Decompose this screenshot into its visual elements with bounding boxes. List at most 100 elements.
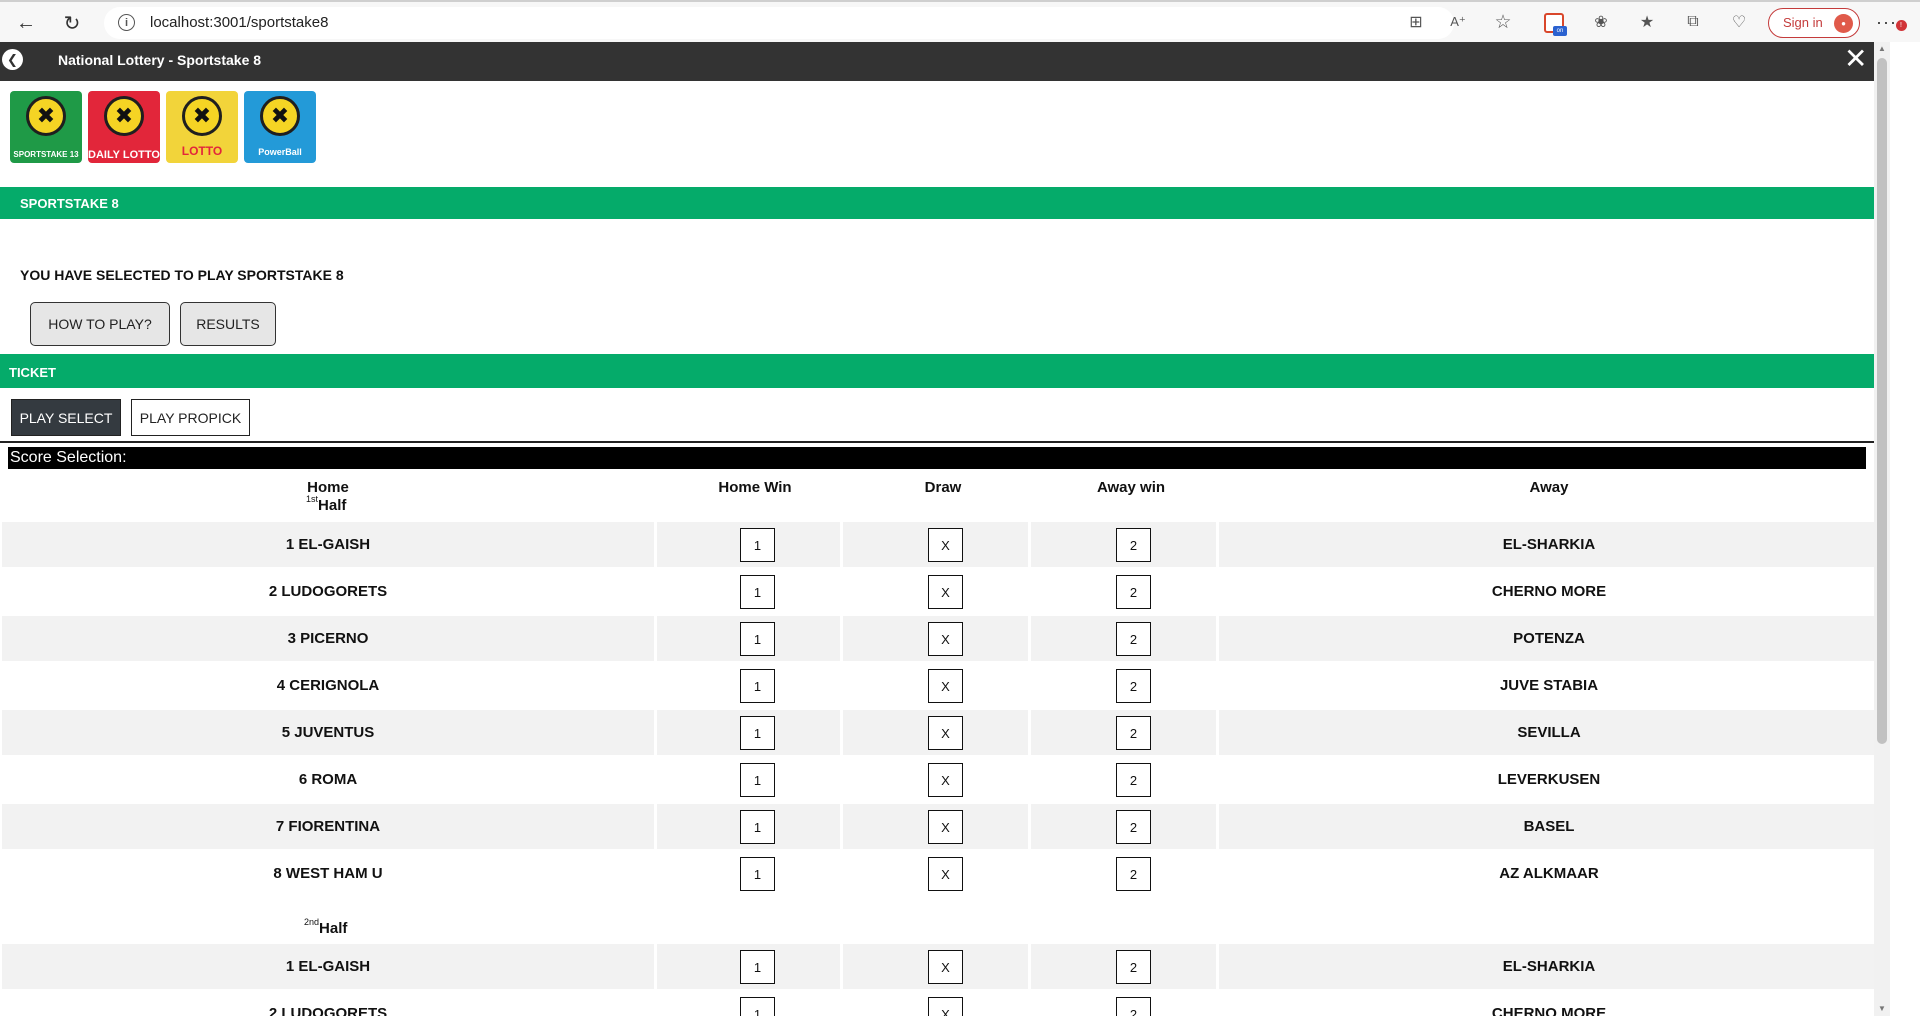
home-win-pick[interactable]: 1 — [740, 857, 775, 891]
results-button[interactable]: RESULTS — [180, 302, 276, 346]
extension-icon[interactable]: on — [1544, 13, 1567, 36]
header-home-win: Home Win — [718, 479, 792, 496]
draw-pick[interactable]: X — [928, 716, 963, 750]
logo-caption: SPORTSTAKE 13 — [13, 150, 79, 159]
table-row: 6 ROMA 1 X 2 LEVERKUSEN — [2, 757, 1874, 802]
read-aloud-icon[interactable]: A⁺ — [1447, 11, 1469, 33]
away-win-pick[interactable]: 2 — [1116, 810, 1151, 844]
away-win-pick[interactable]: 2 — [1116, 950, 1151, 984]
draw-pick[interactable]: X — [928, 857, 963, 891]
draw-pick[interactable]: X — [928, 997, 963, 1016]
divider — [0, 441, 1874, 443]
away-team: EL-SHARKIA — [1502, 536, 1596, 553]
away-team: CHERNO MORE — [1491, 583, 1607, 600]
away-win-pick[interactable]: 2 — [1116, 716, 1151, 750]
home-win-pick[interactable]: 1 — [740, 810, 775, 844]
draw-pick[interactable]: X — [928, 950, 963, 984]
home-team: 7 FIORENTINA — [275, 818, 381, 835]
home-team: 5 JUVENTUS — [281, 724, 375, 741]
away-win-pick[interactable]: 2 — [1116, 622, 1151, 656]
lottery-badge-icon: ✖ — [182, 96, 222, 136]
logo-caption: PowerBall — [258, 147, 302, 157]
table-row: 1 EL-GAISH 1 X 2 EL-SHARKIA — [2, 944, 1874, 989]
table-row: 1 EL-GAISH 1 X 2 EL-SHARKIA — [2, 522, 1874, 567]
vertical-scrollbar[interactable]: ▲ ▼ — [1874, 42, 1890, 1016]
address-bar[interactable]: i localhost:3001/sportstake8 — [104, 7, 1454, 39]
home-team: 3 PICERNO — [287, 630, 369, 647]
web-page: ❮ National Lottery - Sportstake 8 ✕ ✖ SP… — [0, 42, 1874, 1016]
home-win-pick[interactable]: 1 — [740, 997, 775, 1016]
browser-essentials-icon[interactable]: ♡ — [1728, 11, 1750, 33]
table-row: 2 LUDOGORETS 1 X 2 CHERNO MORE — [2, 569, 1874, 614]
draw-pick[interactable]: X — [928, 669, 963, 703]
site-info-icon[interactable]: i — [118, 14, 135, 31]
ticket-title-bar: TICKET — [0, 354, 1874, 388]
favorite-star-icon[interactable]: ☆ — [1492, 11, 1514, 33]
header-away: Away — [1529, 479, 1569, 496]
app-available-icon[interactable]: ⊞ — [1405, 11, 1427, 33]
reload-icon[interactable]: ↻ — [58, 9, 86, 37]
home-team: 6 ROMA — [298, 771, 358, 788]
notification-dot-icon: ! — [1895, 20, 1907, 31]
browser-toolbar: ← ↻ i localhost:3001/sportstake8 ⊞ A⁺ ☆ … — [0, 0, 1920, 42]
draw-pick[interactable]: X — [928, 622, 963, 656]
first-half-label: 1stHalf — [306, 494, 347, 514]
powerball-logo[interactable]: ✖ PowerBall — [244, 91, 316, 163]
daily-lotto-logo[interactable]: ✖ DAILY LOTTO — [88, 91, 160, 163]
table-row: 5 JUVENTUS 1 X 2 SEVILLA — [2, 710, 1874, 755]
away-team: AZ ALKMAAR — [1499, 865, 1599, 882]
extension-badge-icon: on — [1553, 26, 1567, 36]
away-win-pick[interactable]: 2 — [1116, 528, 1151, 562]
away-team: BASEL — [1523, 818, 1575, 835]
away-win-pick[interactable]: 2 — [1116, 763, 1151, 797]
home-win-pick[interactable]: 1 — [740, 528, 775, 562]
half-text: Half — [319, 920, 348, 937]
lotto-logo[interactable]: ✖ LOTTO — [166, 91, 238, 163]
logo-caption: DAILY LOTTO — [88, 149, 160, 161]
sportstake-13-logo[interactable]: ✖ SPORTSTAKE 13 — [10, 91, 82, 163]
away-win-pick[interactable]: 2 — [1116, 857, 1151, 891]
scroll-up-icon[interactable]: ▲ — [1874, 42, 1890, 56]
draw-pick[interactable]: X — [928, 575, 963, 609]
favorites-list-icon[interactable]: ★ — [1636, 11, 1658, 33]
sign-in-label: Sign in — [1783, 15, 1823, 30]
back-arrow-icon[interactable]: ← — [12, 9, 40, 37]
home-win-pick[interactable]: 1 — [740, 622, 775, 656]
window-bottom-edge — [0, 1016, 1920, 1032]
half-text: Half — [318, 497, 347, 514]
back-circle-icon[interactable]: ❮ — [2, 49, 23, 70]
home-win-pick[interactable]: 1 — [740, 575, 775, 609]
header-home: Home — [307, 479, 349, 496]
away-win-pick[interactable]: 2 — [1116, 669, 1151, 703]
away-win-pick[interactable]: 2 — [1116, 575, 1151, 609]
home-team: 2 LUDOGORETS — [268, 583, 388, 600]
table-row: 3 PICERNO 1 X 2 POTENZA — [2, 616, 1874, 661]
away-team: POTENZA — [1513, 630, 1585, 647]
home-team: 1 EL-GAISH — [285, 536, 371, 553]
app-title: National Lottery - Sportstake 8 — [58, 52, 262, 68]
collections-icon[interactable]: ⧉ — [1682, 11, 1704, 33]
away-win-pick[interactable]: 2 — [1116, 997, 1151, 1016]
draw-pick[interactable]: X — [928, 763, 963, 797]
home-win-pick[interactable]: 1 — [740, 950, 775, 984]
more-menu-icon[interactable]: ···! — [1876, 12, 1907, 33]
extensions-puzzle-icon[interactable]: ❀ — [1590, 11, 1612, 33]
logo-caption: LOTTO — [181, 144, 223, 158]
scrollbar-thumb[interactable] — [1877, 58, 1887, 744]
home-team: 1 EL-GAISH — [285, 958, 371, 975]
home-win-pick[interactable]: 1 — [740, 763, 775, 797]
draw-pick[interactable]: X — [928, 810, 963, 844]
draw-pick[interactable]: X — [928, 528, 963, 562]
header-draw: Draw — [924, 479, 962, 496]
how-to-play-button[interactable]: HOW TO PLAY? — [30, 302, 170, 346]
sign-in-button[interactable]: Sign in ● — [1768, 8, 1860, 38]
scroll-down-icon[interactable]: ▼ — [1874, 1002, 1890, 1016]
play-select-tab[interactable]: PLAY SELECT — [11, 399, 121, 436]
close-icon[interactable]: ✕ — [1844, 44, 1867, 74]
home-win-pick[interactable]: 1 — [740, 669, 775, 703]
lottery-badge-icon: ✖ — [260, 96, 300, 136]
home-win-pick[interactable]: 1 — [740, 716, 775, 750]
play-propick-tab[interactable]: PLAY PROPICK — [131, 399, 250, 436]
game-logos: ✖ SPORTSTAKE 13 ✖ DAILY LOTTO ✖ LOTTO ✖ … — [10, 91, 316, 163]
away-team: JUVE STABIA — [1499, 677, 1599, 694]
